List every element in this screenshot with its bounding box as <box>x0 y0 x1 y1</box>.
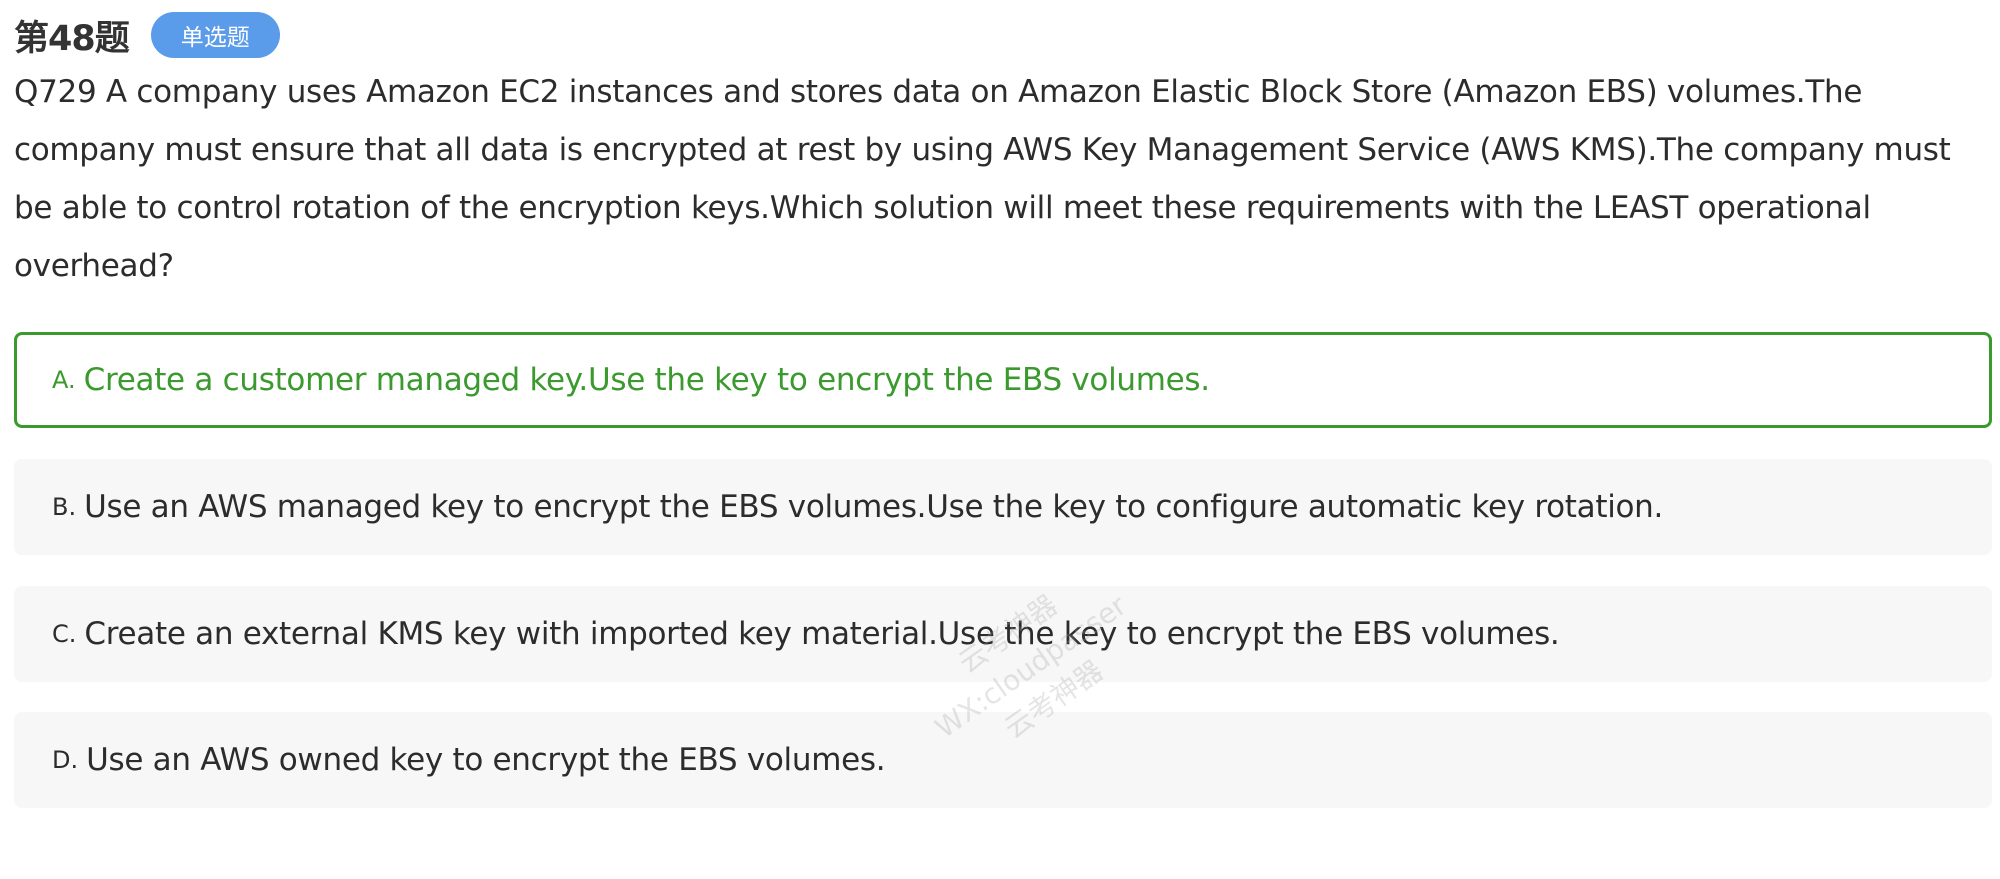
option-d-letter: D. <box>52 746 79 774</box>
question-page: 第48题 单选题 Q729 A company uses Amazon EC2 … <box>14 0 1992 838</box>
option-a[interactable]: A. Create a customer managed key.Use the… <box>14 332 1992 428</box>
options-list: A. Create a customer managed key.Use the… <box>14 332 1992 838</box>
question-header: 第48题 单选题 <box>14 10 280 60</box>
question-type-badge: 单选题 <box>150 12 280 58</box>
question-number: 第48题 <box>14 18 130 59</box>
option-b-text: Use an AWS managed key to encrypt the EB… <box>84 489 1664 525</box>
question-text: Q729 A company uses Amazon EC2 instances… <box>14 74 1951 284</box>
option-d-text: Use an AWS owned key to encrypt the EBS … <box>86 742 886 778</box>
option-a-text: Create a customer managed key.Use the ke… <box>83 362 1211 398</box>
option-b[interactable]: B. Use an AWS managed key to encrypt the… <box>14 459 1992 555</box>
option-d[interactable]: D. Use an AWS owned key to encrypt the E… <box>14 712 1992 808</box>
option-c-text: Create an external KMS key with imported… <box>84 616 1560 652</box>
option-a-letter: A. <box>52 366 76 394</box>
option-b-letter: B. <box>52 493 77 521</box>
option-c[interactable]: C. Create an external KMS key with impor… <box>14 586 1992 682</box>
option-c-letter: C. <box>52 620 77 648</box>
